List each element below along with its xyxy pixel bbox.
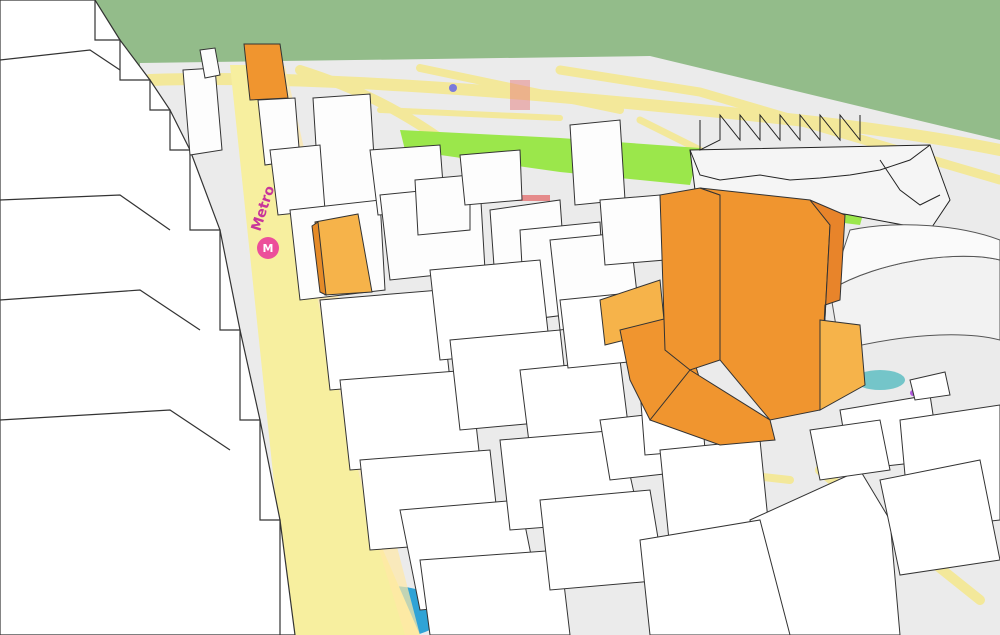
3d-city-model-view[interactable]: M Metro <box>0 0 1000 635</box>
highlighted-building-far <box>243 43 289 101</box>
metro-badge-text: M <box>263 242 274 255</box>
